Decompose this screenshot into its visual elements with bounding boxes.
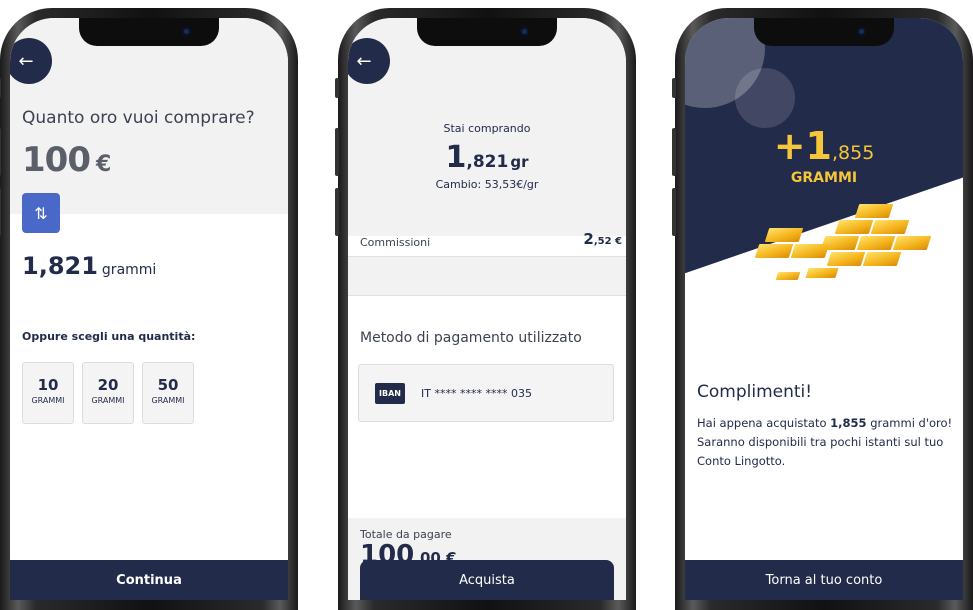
phone-side-button	[335, 128, 339, 176]
notch	[754, 18, 894, 46]
swap-arrows-icon[interactable]: ⇅	[22, 193, 60, 233]
plus-dec: ,855	[831, 142, 875, 164]
screen: +1,855 GRAMMI Complimenti! Hai appena ac…	[685, 18, 963, 600]
quantity-value: 20	[97, 376, 119, 394]
quantity-value: 10	[37, 376, 59, 394]
quantity-option-10[interactable]: 10 GRAMMI	[22, 362, 74, 424]
screen: ← Stai comprando 1,821 gr Cambio: 53,53€/…	[348, 18, 626, 600]
phone-summary: ← Stai comprando 1,821 gr Cambio: 53,53€/…	[335, 8, 636, 610]
grams-label: GRAMMI	[790, 170, 858, 186]
grams-int: 1	[445, 140, 467, 175]
buy-button[interactable]: Acquista	[360, 560, 614, 600]
phone-side-button	[0, 188, 1, 236]
camera	[520, 27, 529, 36]
quantity-value: 50	[157, 376, 179, 394]
currency-symbol: €	[95, 152, 111, 177]
fees-value: 2,52 €	[583, 230, 622, 248]
separator-band	[348, 256, 626, 296]
amount-value: 100	[22, 140, 91, 180]
quantity-option-50[interactable]: 50 GRAMMI	[142, 362, 194, 424]
phone-side-button	[335, 78, 339, 98]
phone-side-button	[672, 188, 676, 236]
notch	[79, 18, 219, 46]
grams-added: +1,855	[685, 124, 963, 168]
amount-input[interactable]: 100 €	[22, 140, 111, 180]
fees-dec: ,52 €	[593, 236, 622, 247]
grams-unit: grammi	[101, 262, 157, 278]
quantity-unit: GRAMMI	[91, 396, 125, 405]
choose-quantity-label: Oppure scegli una quantità:	[22, 330, 196, 343]
buying-label: Stai comprando	[443, 122, 531, 135]
plus-int: +1	[773, 124, 832, 168]
grams-value: 1,821	[22, 252, 98, 280]
back-to-account-button[interactable]: Torna al tuo conto	[685, 560, 963, 600]
decorative-circle	[735, 68, 795, 128]
phone-success: +1,855 GRAMMI Complimenti! Hai appena ac…	[672, 8, 973, 610]
grams-unit: gr	[510, 153, 529, 171]
screen: ← Quanto oro vuoi comprare? 100 € ⇅ 1,821…	[10, 18, 288, 600]
payment-method-card[interactable]: IBAN IT **** **** **** 035	[358, 364, 614, 422]
phone-side-button	[672, 78, 676, 98]
camera	[857, 27, 866, 36]
success-message: Hai appena acquistato 1,855 grammi d'oro…	[697, 414, 955, 471]
camera	[182, 27, 191, 36]
stage: ← Quanto oro vuoi comprare? 100 € ⇅ 1,821…	[0, 0, 973, 610]
phone-amount-input: ← Quanto oro vuoi comprare? 100 € ⇅ 1,821…	[0, 8, 298, 610]
message-text: Hai appena acquistato	[697, 416, 831, 430]
quantity-unit: GRAMMI	[31, 396, 65, 405]
notch	[417, 18, 557, 46]
quantity-unit: GRAMMI	[151, 396, 185, 405]
success-title: Complimenti!	[697, 382, 813, 402]
message-grams: 1,855	[830, 416, 867, 430]
grams-dec: ,821	[466, 152, 509, 172]
quantity-option-20[interactable]: 20 GRAMMI	[82, 362, 134, 424]
fees-label: Commissioni	[360, 236, 431, 249]
phone-side-button	[0, 128, 1, 176]
phone-side-button	[672, 128, 676, 176]
iban-badge: IBAN	[375, 383, 405, 404]
grams-equivalent: 1,821 grammi	[22, 252, 156, 280]
fees-int: 2	[583, 230, 594, 248]
iban-number: IT **** **** **** 035	[421, 387, 532, 400]
exchange-rate: Cambio: 53,53€/gr	[435, 178, 539, 191]
payment-method-label: Metodo di pagamento utilizzato	[360, 330, 582, 346]
phone-side-button	[335, 188, 339, 236]
buying-grams: 1,821 gr	[348, 140, 626, 175]
amount-question: Quanto oro vuoi comprare?	[22, 108, 255, 128]
phone-side-button	[0, 78, 1, 98]
continue-button[interactable]: Continua	[10, 560, 288, 600]
